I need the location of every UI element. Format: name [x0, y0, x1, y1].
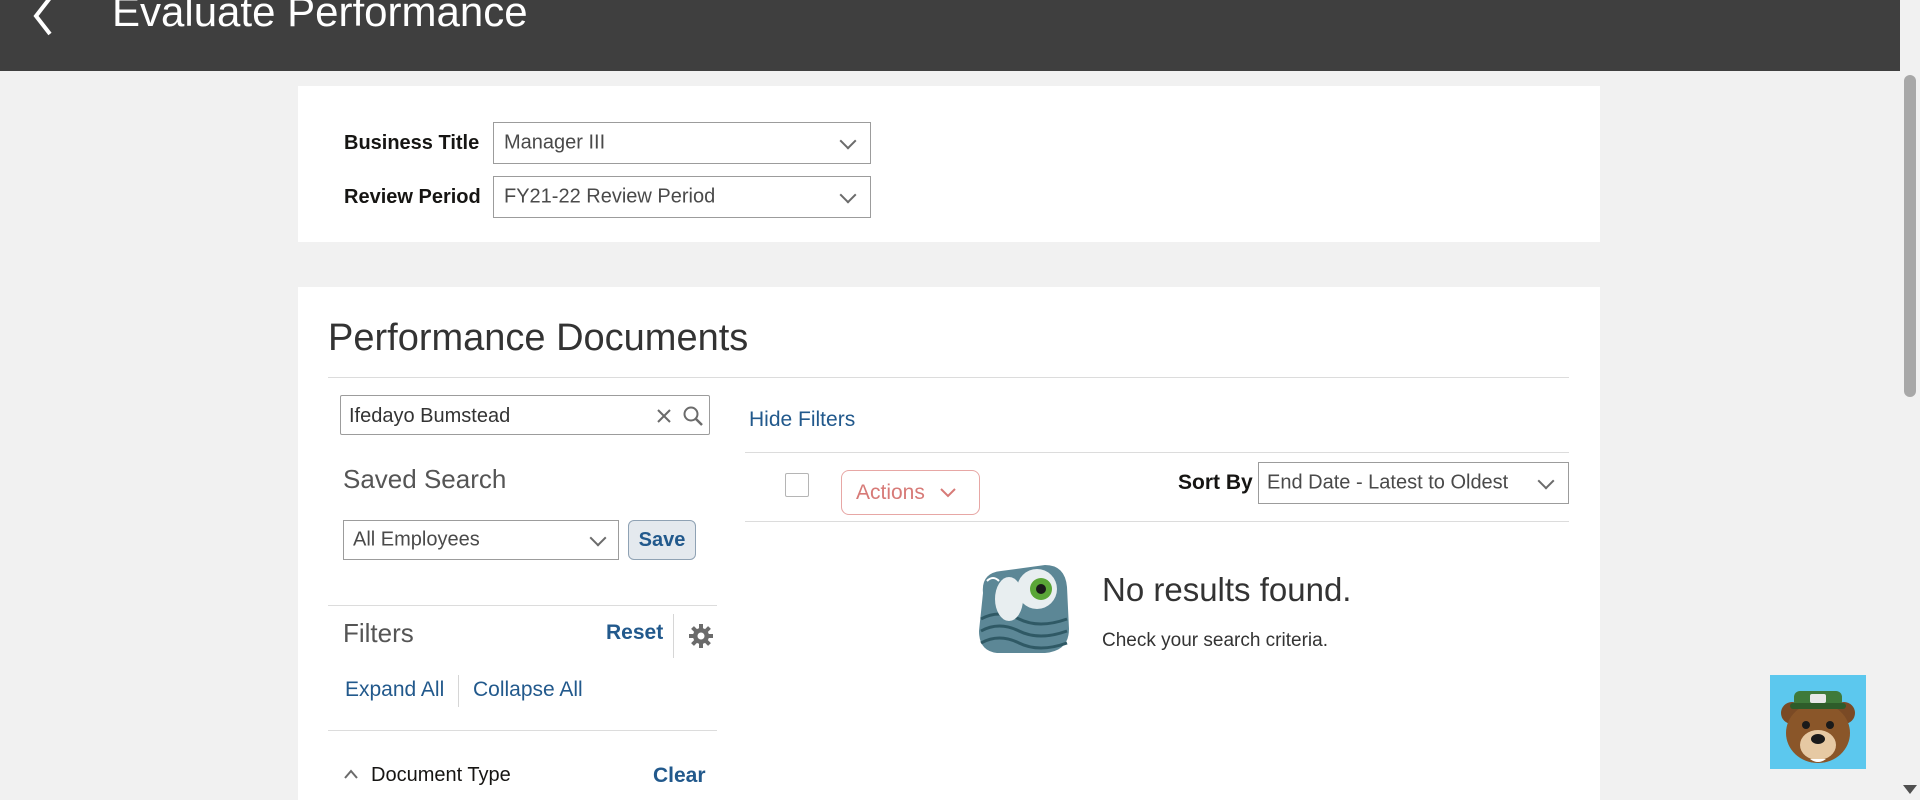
collapse-all-link[interactable]: Collapse All — [473, 678, 583, 702]
empty-state-title: No results found. — [1102, 571, 1352, 608]
filters-title: Filters — [343, 618, 414, 648]
chevron-down-icon — [839, 132, 857, 150]
business-title-value: Manager III — [504, 131, 606, 154]
save-button[interactable]: Save — [628, 520, 696, 560]
search-input[interactable]: Ifedayo Bumstead — [340, 395, 710, 435]
assistant-bear-avatar[interactable] — [1770, 675, 1866, 769]
gear-icon[interactable] — [688, 623, 714, 649]
sort-by-select[interactable]: End Date - Latest to Oldest — [1258, 462, 1569, 504]
select-all-checkbox[interactable] — [785, 473, 809, 497]
page-title: Evaluate Performance — [112, 0, 528, 35]
back-button[interactable] — [22, 0, 62, 40]
divider — [745, 521, 1569, 522]
scroll-down-arrow-icon[interactable] — [1903, 785, 1917, 794]
actions-label: Actions — [856, 481, 925, 504]
saved-search-select[interactable]: All Employees — [343, 520, 619, 560]
chevron-up-icon[interactable] — [343, 767, 359, 781]
section-title: Performance Documents — [328, 317, 749, 359]
review-period-label: Review Period — [344, 186, 481, 208]
chevron-left-icon — [33, 0, 52, 36]
business-title-select[interactable]: Manager III — [493, 122, 871, 164]
search-value: Ifedayo Bumstead — [349, 405, 511, 427]
context-card: Business Title Manager III Review Period… — [298, 86, 1600, 242]
divider — [328, 605, 717, 606]
divider — [745, 452, 1569, 453]
expand-all-link[interactable]: Expand All — [345, 678, 444, 702]
empty-state-subtitle: Check your search criteria. — [1102, 630, 1328, 651]
hide-filters-link[interactable]: Hide Filters — [749, 408, 855, 432]
review-period-select[interactable]: FY21-22 Review Period — [493, 176, 871, 218]
business-title-label: Business Title — [344, 132, 480, 154]
divider — [328, 377, 1569, 378]
scrollbar-thumb[interactable] — [1904, 75, 1916, 397]
page-scrollbar[interactable] — [1900, 71, 1920, 800]
actions-button[interactable]: Actions — [841, 470, 980, 515]
divider — [673, 614, 674, 658]
no-results-illustration-icon — [979, 565, 1069, 653]
divider — [328, 730, 717, 731]
chevron-down-icon — [839, 186, 857, 204]
reset-link[interactable]: Reset — [606, 621, 663, 645]
clear-search-icon[interactable] — [656, 408, 672, 424]
chevron-down-icon — [589, 529, 607, 547]
chevron-down-icon — [1537, 472, 1555, 490]
sort-by-label: Sort By — [1178, 471, 1253, 494]
search-icon[interactable] — [682, 405, 704, 427]
review-period-value: FY21-22 Review Period — [504, 185, 716, 208]
saved-search-value: All Employees — [353, 528, 480, 551]
divider — [458, 675, 459, 707]
app-header: Evaluate Performance — [0, 0, 1900, 71]
saved-search-title: Saved Search — [343, 464, 507, 494]
clear-link[interactable]: Clear — [653, 764, 706, 788]
sort-by-value: End Date - Latest to Oldest — [1267, 471, 1509, 494]
performance-documents-card: Performance Documents Ifedayo Bumstead H… — [298, 287, 1600, 800]
bear-icon — [1781, 691, 1855, 763]
document-type-filter-label[interactable]: Document Type — [371, 764, 511, 787]
chevron-down-icon — [940, 488, 956, 498]
